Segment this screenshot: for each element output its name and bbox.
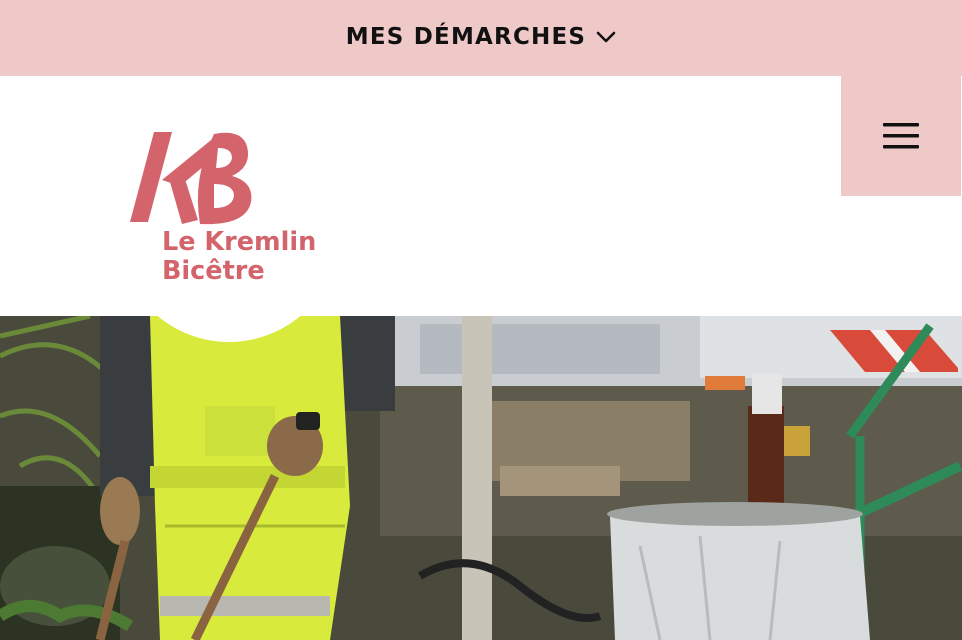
mes-demarches-label: MES DÉMARCHES (345, 24, 587, 50)
page: MES DÉMARCHES Le Kremlin Bicêtre (0, 0, 962, 640)
chevron-down-icon (596, 31, 616, 43)
mes-demarches-dropdown[interactable]: MES DÉMARCHES (346, 24, 616, 50)
hamburger-menu-button[interactable] (841, 76, 961, 196)
logo-wordmark: Le Kremlin Bicêtre (162, 228, 316, 286)
logo-line-2: Bicêtre (162, 256, 265, 286)
site-logo[interactable]: Le Kremlin Bicêtre (128, 128, 338, 298)
top-bar: MES DÉMARCHES (0, 0, 962, 76)
logo-line-1: Le Kremlin (162, 227, 317, 257)
hamburger-menu-icon (883, 123, 919, 149)
hero-image (0, 316, 962, 640)
kb-monogram-logo-icon (130, 132, 252, 225)
